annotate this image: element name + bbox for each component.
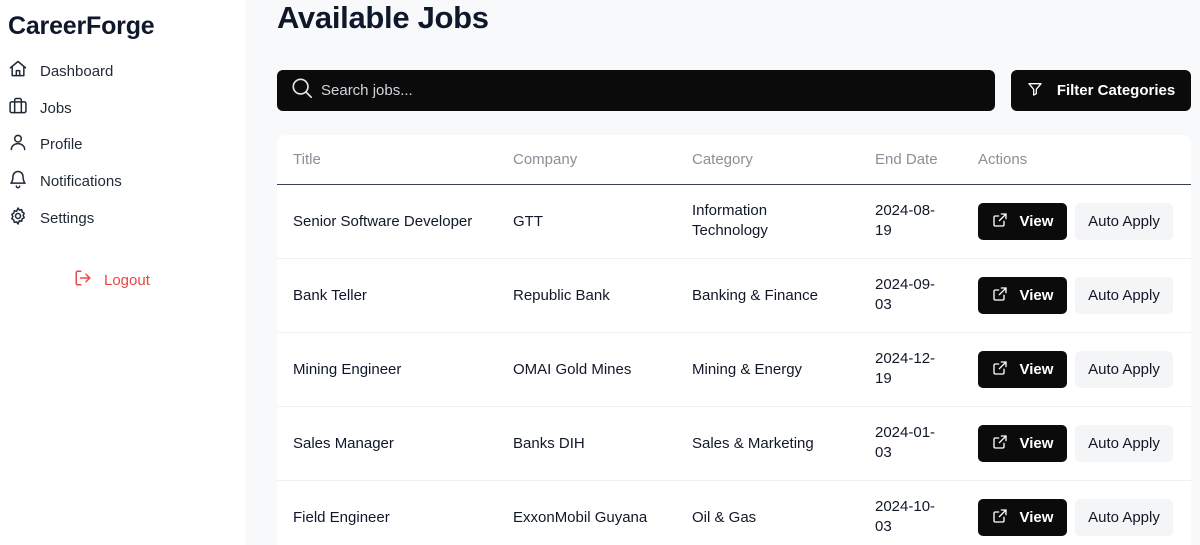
job-category: Mining & Energy: [692, 361, 803, 378]
logout-button[interactable]: Logout: [74, 269, 150, 291]
job-company: Banks DIH: [513, 435, 585, 452]
sidebar-item-label: Settings: [40, 209, 95, 227]
job-end-date: 2024-09- 03: [875, 276, 936, 313]
auto-apply-button[interactable]: Auto Apply: [1075, 203, 1173, 240]
external-link-icon: [992, 212, 1008, 232]
job-end-date: 2024-12- 19: [875, 350, 936, 387]
job-company: ExxonMobil Guyana: [513, 509, 648, 526]
user-icon: [8, 132, 28, 156]
column-header-title: Title: [293, 151, 321, 168]
sidebar-item-settings[interactable]: Settings: [8, 203, 233, 233]
job-title: Mining Engineer: [293, 361, 402, 378]
view-label: View: [1019, 213, 1054, 230]
sidebar-item-label: Notifications: [40, 172, 122, 190]
filter-icon: [1027, 81, 1043, 101]
table-row: Mining Engineer OMAI Gold Mines Mining &…: [277, 333, 1191, 407]
external-link-icon: [992, 360, 1008, 380]
sidebar-item-profile[interactable]: Profile: [8, 129, 233, 159]
auto-apply-button[interactable]: Auto Apply: [1075, 277, 1173, 314]
job-title: Sales Manager: [293, 435, 394, 452]
jobs-table: Title Company Category End Date Actions …: [277, 135, 1191, 545]
home-icon: [8, 59, 28, 83]
external-link-icon: [992, 434, 1008, 454]
sidebar-item-label: Dashboard: [40, 62, 114, 80]
sidebar-item-dashboard[interactable]: Dashboard: [8, 56, 233, 86]
job-title: Field Engineer: [293, 509, 390, 526]
view-button[interactable]: View: [978, 351, 1067, 388]
column-header-end-date: End Date: [875, 151, 938, 168]
sidebar-item-label: Profile: [40, 135, 83, 153]
job-end-date: 2024-01- 03: [875, 424, 936, 461]
view-label: View: [1019, 509, 1054, 526]
page-title: Available Jobs: [277, 0, 489, 35]
search-icon: [291, 77, 313, 104]
view-label: View: [1019, 361, 1054, 378]
view-button[interactable]: View: [978, 499, 1067, 536]
column-header-actions: Actions: [978, 151, 1028, 168]
external-link-icon: [992, 508, 1008, 528]
table-header: Title Company Category End Date Actions: [277, 135, 1191, 185]
main-content: Available Jobs Filter Categories Title C…: [245, 0, 1200, 545]
auto-apply-button[interactable]: Auto Apply: [1075, 351, 1173, 388]
search-input[interactable]: [321, 82, 961, 99]
column-header-company: Company: [513, 151, 578, 168]
table-row: Bank Teller Republic Bank Banking & Fina…: [277, 259, 1191, 333]
job-title: Bank Teller: [293, 287, 367, 304]
logout-icon: [74, 269, 92, 291]
table-row: Senior Software Developer GTT Informatio…: [277, 185, 1191, 259]
table-row: Sales Manager Banks DIH Sales & Marketin…: [277, 407, 1191, 481]
filter-categories-label: Filter Categories: [1056, 82, 1176, 99]
filter-categories-button[interactable]: Filter Categories: [1011, 70, 1191, 111]
brand-logo-text: CareerForge: [8, 12, 155, 40]
view-label: View: [1019, 287, 1054, 304]
job-end-date: 2024-08- 19: [875, 202, 936, 239]
auto-apply-button[interactable]: Auto Apply: [1075, 425, 1173, 462]
briefcase-icon: [8, 96, 28, 120]
bell-icon: [8, 169, 28, 193]
logout-label: Logout: [104, 271, 150, 289]
job-company: OMAI Gold Mines: [513, 361, 632, 378]
job-end-date: 2024-10- 03: [875, 498, 936, 535]
job-category: Oil & Gas: [692, 509, 757, 526]
job-company: Republic Bank: [513, 287, 610, 304]
view-button[interactable]: View: [978, 203, 1067, 240]
gear-icon: [8, 206, 28, 230]
job-title: Senior Software Developer: [293, 213, 473, 230]
view-button[interactable]: View: [978, 425, 1067, 462]
sidebar-item-jobs[interactable]: Jobs: [8, 93, 233, 123]
sidebar-item-label: Jobs: [40, 99, 72, 117]
job-category: Information Technology: [692, 202, 768, 239]
sidebar: CareerForge Dashboard Jobs Profile Notif…: [0, 0, 245, 545]
auto-apply-button[interactable]: Auto Apply: [1075, 499, 1173, 536]
sidebar-item-notifications[interactable]: Notifications: [8, 166, 233, 196]
column-header-category: Category: [692, 151, 753, 168]
search-bar[interactable]: [277, 70, 995, 111]
job-category: Sales & Marketing: [692, 435, 814, 452]
view-button[interactable]: View: [978, 277, 1067, 314]
job-company: GTT: [513, 213, 543, 230]
table-row: Field Engineer ExxonMobil Guyana Oil & G…: [277, 481, 1191, 545]
external-link-icon: [992, 286, 1008, 306]
view-label: View: [1019, 435, 1054, 452]
job-category: Banking & Finance: [692, 287, 818, 304]
